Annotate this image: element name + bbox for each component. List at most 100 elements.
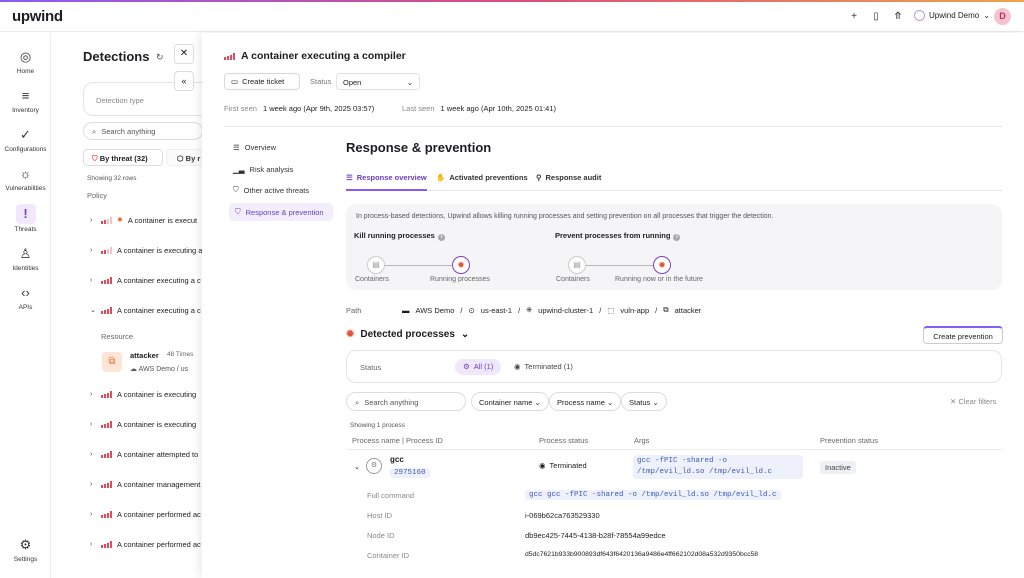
sidebar-item-apis[interactable]: ‹› APIs [0,284,51,311]
clear-filters-button[interactable]: ✕ Clear filters [950,397,996,406]
detection-row[interactable]: › A container is executing a [90,242,202,258]
path-segment[interactable]: us-east-1 [481,306,512,315]
rocket-icon[interactable]: ⤊ [892,11,904,22]
stop-icon: ◉ [514,362,521,371]
gear-icon: ⚙ [463,362,470,371]
refresh-icon[interactable]: ↻ [156,52,164,63]
path-segment[interactable]: vuln-app [620,306,649,315]
detection-row[interactable]: › ✹ A container is execut [90,212,202,228]
tab-by-resource[interactable]: ⬡ By r [166,149,202,166]
process-search-input[interactable]: ⌕ Search anything [346,392,466,411]
sidebar-item-configurations[interactable]: ✓ Configurations [0,126,51,153]
filter-container-name[interactable]: Container name ⌄ [471,392,549,411]
sidebar-item-identities[interactable]: ♙ Identities [0,245,51,272]
column-header-process: Process name | Process ID [352,436,443,445]
stop-icon: ◉ [539,461,546,470]
detection-row[interactable]: › A container executing a c [90,272,202,288]
detection-row[interactable]: › A container performed ac [90,506,202,522]
info-icon[interactable]: i [437,234,445,241]
flow-line [376,265,460,266]
collapse-button[interactable]: « [174,71,194,91]
tab-by-threat[interactable]: ⛉ By threat (32) [83,149,163,166]
sidebar-item-threats[interactable]: ! Threats [0,204,51,233]
chevron-right-icon[interactable]: › [90,541,96,548]
sidebar-item-label: Identities [12,265,39,272]
chevron-right-icon[interactable]: › [90,391,96,398]
app-logo[interactable]: upwind [12,8,63,25]
nav-other-threats[interactable]: ⛉ Other active threats [233,185,309,195]
status-all-chip[interactable]: ⚙ All (1) [455,359,502,375]
tab-response-audit[interactable]: ⚲ Response audit [536,173,601,191]
sidebar-item-vulnerabilities[interactable]: ☼ Vulnerabilities [0,165,51,192]
close-button[interactable]: ✕ [174,44,194,64]
process-id: 2975160 [390,468,430,478]
host-id-value: i-069b62ca763529330 [525,511,600,520]
container-icon: ⧉ [102,352,122,372]
tab-activated-preventions[interactable]: ✋ Activated preventions [436,173,528,191]
sidebar-item-home[interactable]: ◎ Home [0,48,51,75]
detection-row[interactable]: › A container is executing [90,416,202,432]
avatar[interactable]: D [994,8,1011,25]
process-node-icon[interactable]: ✹ [653,256,671,274]
create-prevention-button[interactable]: Create prevention [923,326,1003,344]
chevron-right-icon[interactable]: › [90,511,96,518]
resource-count: 48 Times [167,351,194,358]
severity-icon [101,450,112,458]
severity-icon [101,480,112,488]
detection-row[interactable]: › A container attempted to [90,446,202,462]
sidebar-item-label: Settings [13,556,38,563]
resource-name[interactable]: attacker [130,351,159,360]
detected-processes-title: Detected processes [360,329,455,340]
sidebar-item-inventory[interactable]: ≡ Inventory [0,87,51,114]
home-icon: ◎ [19,49,32,64]
detection-row[interactable]: › A container performed ac [90,536,202,552]
bug-icon: ☼ [19,166,32,181]
tab-response-overview[interactable]: ☰ Response overview [346,173,427,191]
path-segment[interactable]: upwind-cluster-1 [538,306,593,315]
filter-process-name[interactable]: Process name ⌄ [549,392,622,411]
divider [224,126,1002,127]
chevron-right-icon[interactable]: › [90,277,96,284]
detected-processes-header[interactable]: ✹ Detected processes ⌄ [346,329,469,340]
path-segment[interactable]: AWS Demo [416,306,455,315]
status-select[interactable]: Open ⌄ [336,73,420,90]
resource-path-text: AWS Demo / us [138,366,189,373]
nav-response-prevention[interactable]: ⛉ Response & prevention [229,203,333,221]
detail-title: A container executing a compiler [224,50,406,62]
chevron-right-icon[interactable]: › [90,217,96,224]
sidebar-item-settings[interactable]: ⚙ Settings [0,536,51,563]
nav-risk-analysis[interactable]: ▁▃ Risk analysis [233,165,293,174]
detection-row[interactable]: › A container management [90,476,202,492]
detection-row[interactable]: ⌄ A container executing a c [90,302,202,318]
search-icon: ⌕ [355,398,360,407]
status-terminated-chip[interactable]: ◉ Terminated (1) [514,362,573,371]
book-icon[interactable]: ▯ [870,11,882,22]
first-seen: First seen 1 week ago (Apr 9th, 2025 03:5… [224,104,374,113]
hand-icon: ✋ [436,173,446,182]
path-segment[interactable]: attacker [675,306,702,315]
node-label: Containers [355,276,389,283]
response-info-card: In process-based detections, Upwind allo… [346,204,1002,290]
process-node-icon[interactable]: ✹ [452,256,470,274]
path-separator: / [460,305,463,315]
new-indicator-icon: ✹ [117,217,123,224]
org-switcher[interactable]: Upwind Demo ⌄ [914,10,990,21]
sidebar-item-label: Home [16,68,35,75]
status-filter-label: Status [360,363,382,372]
search-input[interactable]: ⌕ Search anything [83,122,202,140]
first-seen-label: First seen [224,104,257,113]
chevron-right-icon[interactable]: › [90,451,96,458]
create-ticket-button[interactable]: ▭ Create ticket [224,73,300,90]
chevron-down-icon[interactable]: ⌄ [354,463,360,471]
plus-icon[interactable]: + [848,11,860,22]
detection-row[interactable]: › A container is executing [90,386,202,402]
chevron-right-icon[interactable]: › [90,481,96,488]
chevron-right-icon[interactable]: › [90,421,96,428]
chevron-right-icon[interactable]: › [90,247,96,254]
info-icon[interactable]: i [673,234,681,241]
sidebar-item-label: Threats [14,226,37,233]
nav-overview[interactable]: ☰ Overview [233,143,276,152]
shield-icon: ⛉ [233,185,239,194]
filter-status[interactable]: Status ⌄ [621,392,667,411]
chevron-down-icon[interactable]: ⌄ [90,306,96,314]
